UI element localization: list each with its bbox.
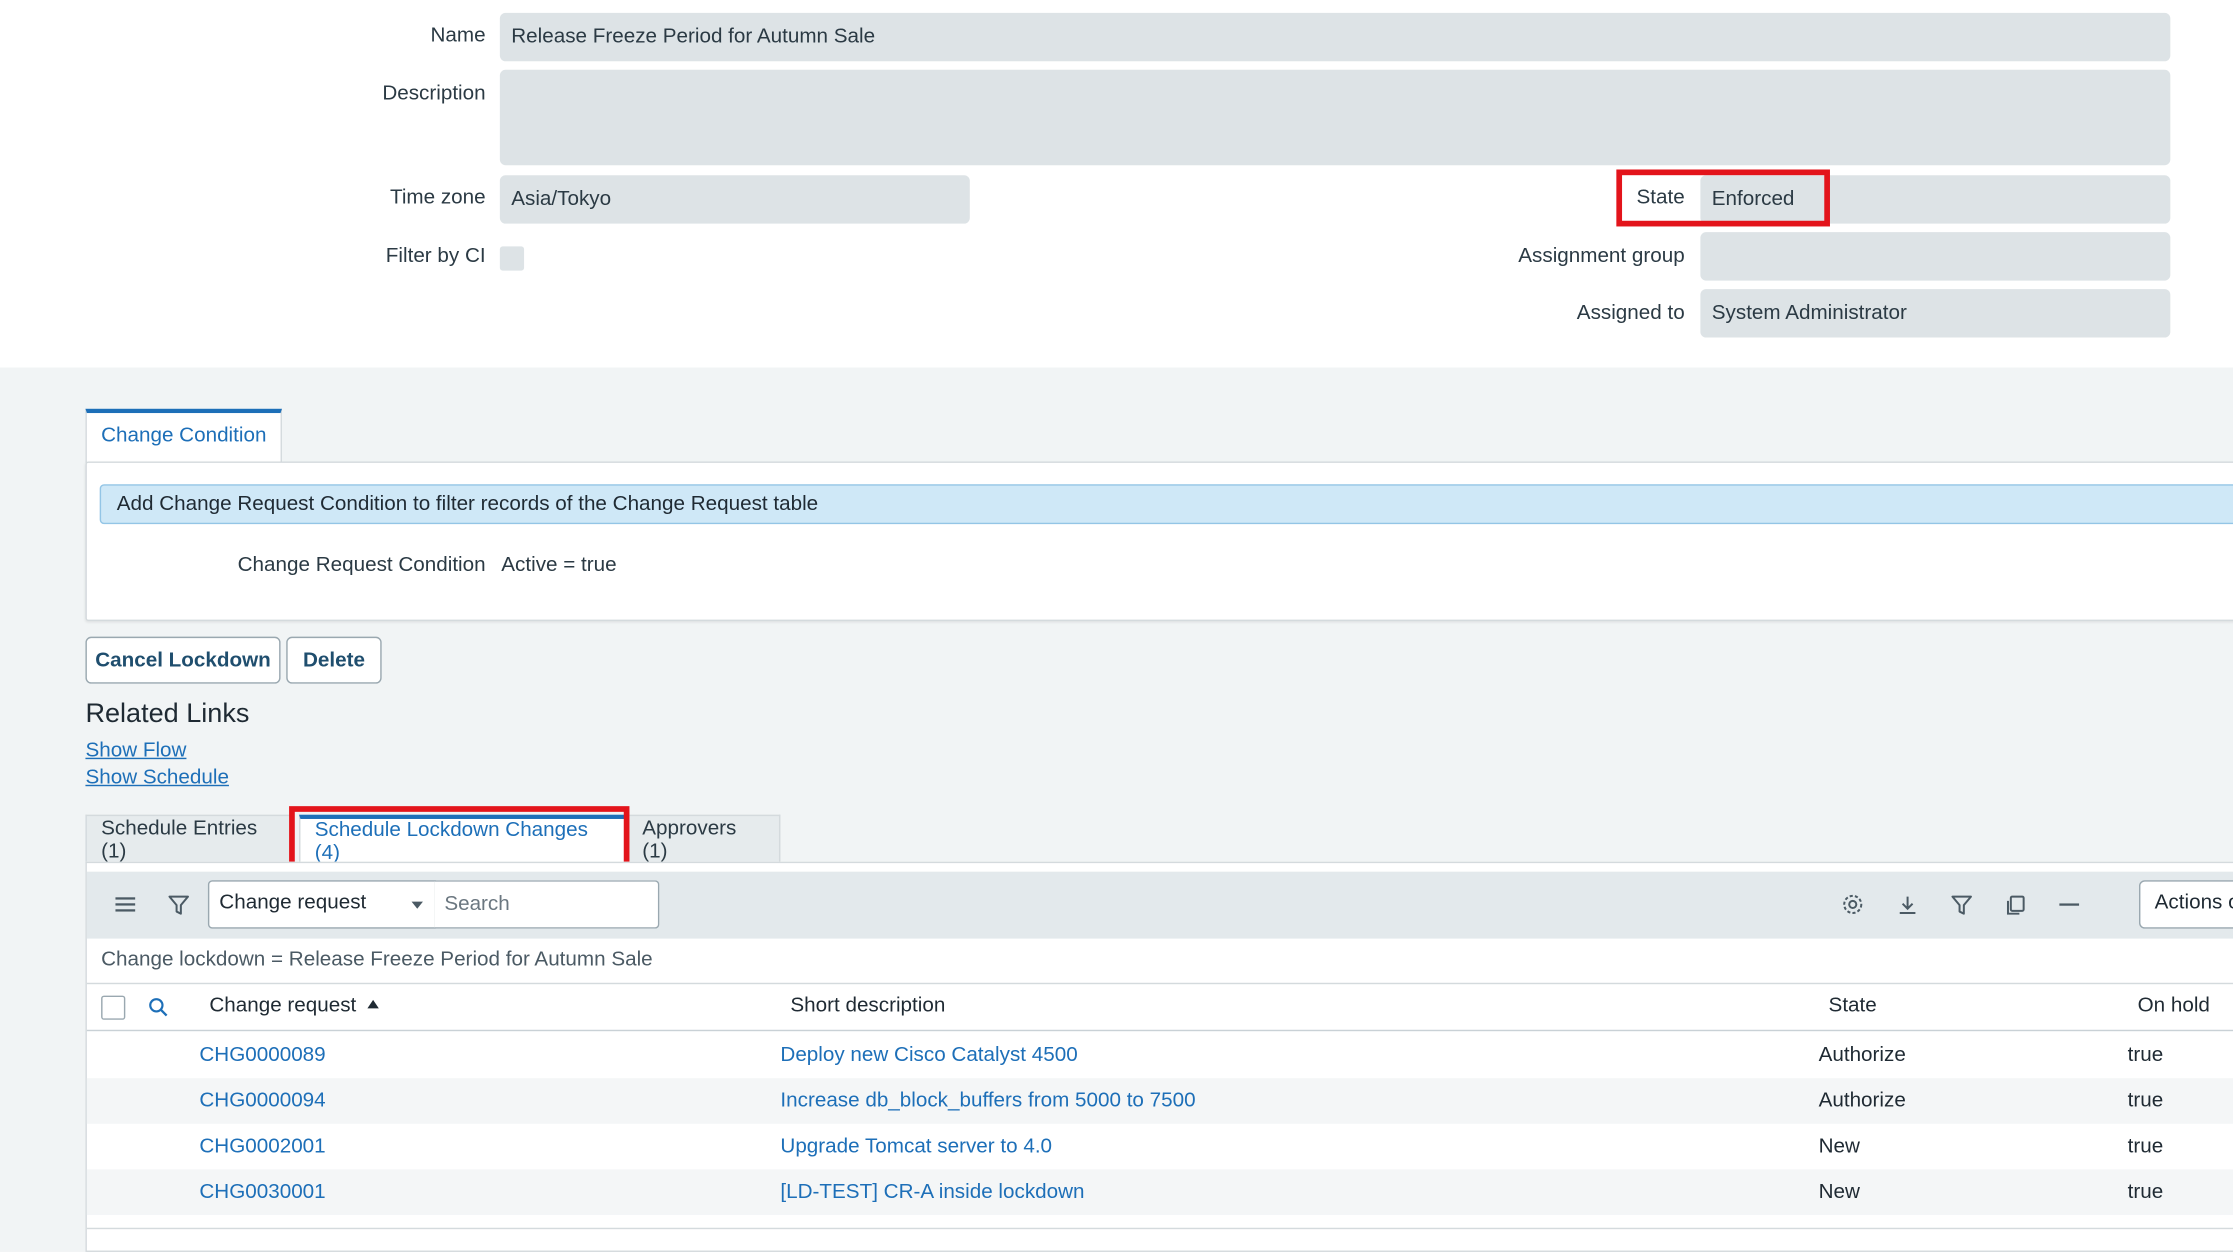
- condition-info-banner: Add Change Request Condition to filter r…: [99, 484, 2233, 525]
- breadcrumb[interactable]: Change lockdown = Release Freeze Period …: [101, 949, 653, 972]
- on-hold-cell: true: [2127, 1044, 2164, 1067]
- state-highlight-box: [1616, 169, 1830, 227]
- column-header-short-description[interactable]: Short description: [790, 994, 945, 1017]
- short-description-link[interactable]: Upgrade Tomcat server to 4.0: [780, 1135, 1052, 1158]
- search-icon[interactable]: [141, 990, 175, 1024]
- name-field[interactable]: Release Freeze Period for Autumn Sale: [499, 12, 2171, 62]
- divider: [86, 1227, 2233, 1230]
- divider: [86, 1029, 2233, 1032]
- change-number-link[interactable]: CHG0000094: [199, 1090, 325, 1113]
- minimize-icon[interactable]: [2052, 887, 2086, 921]
- change-number-link[interactable]: CHG0030001: [199, 1181, 325, 1204]
- cancel-lockdown-button[interactable]: Cancel Lockdown: [85, 636, 281, 684]
- filter-ci-label: Filter by CI: [385, 244, 486, 268]
- show-schedule-link[interactable]: Show Schedule: [85, 766, 229, 789]
- tab-schedule-entries[interactable]: Schedule Entries (1): [85, 814, 292, 864]
- short-description-link[interactable]: [LD-TEST] CR-A inside lockdown: [780, 1181, 1084, 1204]
- state-cell: Authorize: [1818, 1044, 1906, 1067]
- on-hold-cell: true: [2127, 1089, 2164, 1113]
- assignment-group-label: Assignment group: [1518, 244, 1685, 268]
- assigned-to-label: Assigned to: [1576, 301, 1685, 325]
- copy-icon[interactable]: [1998, 887, 2032, 921]
- condition-value[interactable]: Active = true: [501, 554, 616, 577]
- actions-select[interactable]: Actions o: [2138, 880, 2233, 929]
- record-form: Name Release Freeze Period for Autumn Sa…: [0, 0, 2233, 368]
- select-all-checkbox[interactable]: [101, 995, 126, 1020]
- short-description-link[interactable]: Deploy new Cisco Catalyst 4500: [780, 1044, 1077, 1067]
- delete-button[interactable]: Delete: [286, 636, 382, 684]
- description-label: Description: [382, 82, 486, 106]
- column-header-on-hold[interactable]: On hold: [2138, 994, 2210, 1017]
- timezone-field[interactable]: Asia/Tokyo: [499, 175, 970, 224]
- change-number-link[interactable]: CHG0000089: [199, 1044, 325, 1067]
- table-row: CHG0000094 Increase db_block_buffers fro…: [86, 1078, 2233, 1124]
- tab-approvers[interactable]: Approvers (1): [626, 814, 781, 864]
- stage: Name Release Freeze Period for Autumn Sa…: [0, 0, 2233, 1252]
- hamburger-icon[interactable]: [108, 887, 142, 921]
- state-cell: Authorize: [1818, 1089, 1906, 1113]
- condition-label: Change Request Condition: [237, 554, 486, 577]
- column-header-change-request[interactable]: Change request: [209, 994, 380, 1017]
- filter-ci-checkbox[interactable]: [499, 246, 525, 271]
- on-hold-cell: true: [2127, 1180, 2164, 1204]
- filter-icon[interactable]: [161, 887, 195, 921]
- short-description-link[interactable]: Increase db_block_buffers from 5000 to 7…: [780, 1090, 1195, 1113]
- assignment-group-field[interactable]: [1700, 232, 2171, 281]
- timezone-label: Time zone: [389, 186, 486, 210]
- column-header-state[interactable]: State: [1829, 994, 1877, 1017]
- name-label: Name: [430, 24, 486, 48]
- table-row: CHG0002001 Upgrade Tomcat server to 4.0 …: [87, 1124, 2233, 1170]
- search-field-select-value: Change request: [219, 891, 367, 915]
- chevron-down-icon: [411, 901, 423, 909]
- description-field[interactable]: [499, 69, 2171, 166]
- change-number-link[interactable]: CHG0002001: [199, 1135, 325, 1158]
- on-hold-cell: true: [2127, 1135, 2164, 1158]
- assigned-to-field[interactable]: System Administrator: [1700, 289, 2171, 338]
- search-field-select[interactable]: Change request: [207, 880, 436, 929]
- tab-change-condition[interactable]: Change Condition: [85, 408, 282, 463]
- divider: [86, 982, 2233, 985]
- state-cell: New: [1818, 1135, 1860, 1158]
- sort-ascending-icon: [367, 999, 380, 1009]
- filter-icon[interactable]: [1944, 887, 1978, 921]
- gear-icon[interactable]: [1836, 887, 1870, 921]
- state-cell: New: [1818, 1180, 1860, 1204]
- table-row: CHG0030001 [LD-TEST] CR-A inside lockdow…: [86, 1169, 2233, 1215]
- column-header-label: Change request: [209, 994, 357, 1017]
- search-input[interactable]: [434, 880, 660, 929]
- show-flow-link[interactable]: Show Flow: [85, 739, 186, 762]
- related-links-title: Related Links: [85, 699, 250, 730]
- table-row: CHG0000089 Deploy new Cisco Catalyst 450…: [87, 1033, 2233, 1079]
- download-icon[interactable]: [1890, 887, 1924, 921]
